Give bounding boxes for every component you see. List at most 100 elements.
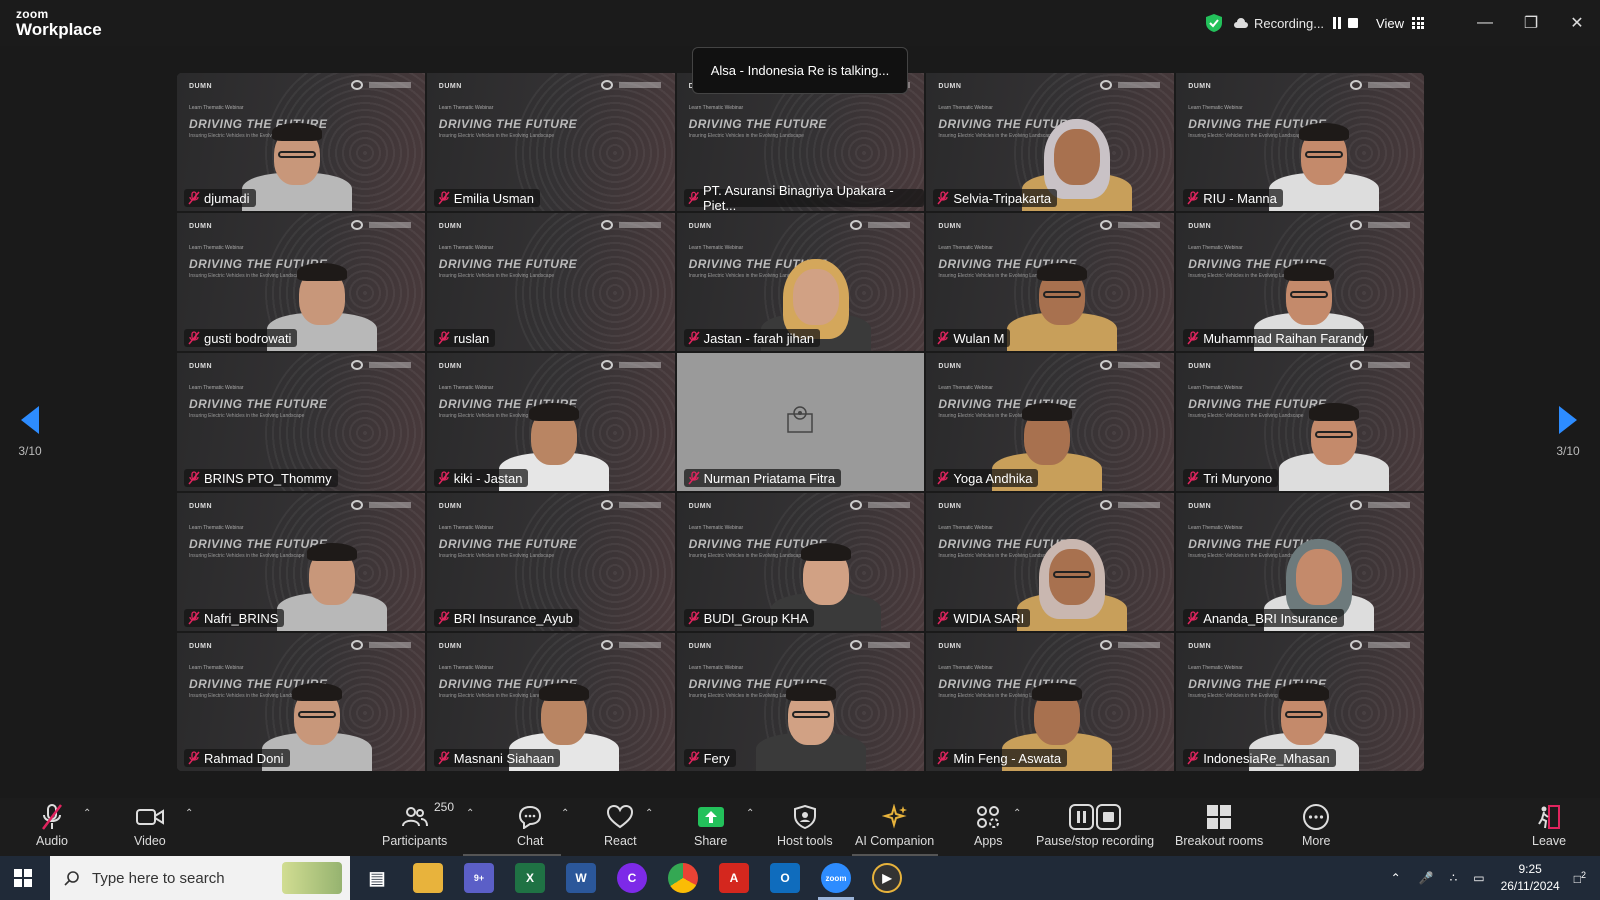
pause-recording-icon[interactable] [1332,17,1342,29]
more-button[interactable]: More [1302,802,1330,854]
participant-tile[interactable]: DUMNLearn Thematic WebinarDRIVING THE FU… [425,492,676,632]
file-explorer-icon[interactable] [413,863,443,893]
participant-name: IndonesiaRe_Mhasan [1203,750,1330,766]
participant-tile[interactable]: DUMNLearn Thematic WebinarDRIVING THE FU… [1175,212,1425,352]
show-hidden-icons-icon[interactable]: ⌃ [1391,871,1401,885]
participant-name: Selvia-Tripakarta [953,190,1052,206]
participant-tile[interactable]: DUMNLearn Thematic WebinarDRIVING THE FU… [176,212,426,352]
slide-partner-logo [600,360,661,370]
canva-icon[interactable]: C [617,863,647,893]
participant-tile[interactable]: DUMNLearn Thematic WebinarDRIVING THE FU… [1175,492,1425,632]
audio-button[interactable]: Audio [36,802,68,854]
excel-icon[interactable]: X [515,863,545,893]
participant-tile[interactable]: DUMNLearn Thematic WebinarDRIVING THE FU… [925,212,1176,352]
participant-grid: DUMN Learn Thematic Webinar DRIVING THE FU… [176,72,1425,772]
apps-button[interactable]: Apps [974,802,1003,854]
muted-mic-icon [937,331,949,345]
media-player-icon[interactable]: ▶ [872,863,902,893]
participant-tile[interactable]: DUMNLearn Thematic WebinarDRIVING THE FU… [925,492,1176,632]
slide-partner-logo [1349,80,1410,90]
participant-tile[interactable]: DUMNLearn Thematic WebinarDRIVING THE FU… [675,492,926,632]
microphone-tray-icon[interactable]: 🎤 [1419,871,1434,885]
slide-logo: DUMN [189,643,212,650]
participant-name-label: Emilia Usman [433,189,540,207]
recording-indicator[interactable]: Recording... [1233,15,1359,31]
acrobat-icon[interactable]: A [719,863,749,893]
participant-tile[interactable]: DUMNLearn Thematic WebinarDRIVING THE FU… [675,632,926,772]
muted-mic-icon [188,611,200,625]
video-options-caret[interactable]: ⌃ [185,808,193,819]
muted-mic-icon [188,471,200,485]
task-view-icon[interactable]: ▤ [362,863,392,893]
video-button[interactable]: Video [134,802,166,854]
muted-mic-icon [937,751,949,765]
participant-tile[interactable]: DUMNLearn Thematic WebinarDRIVING THE FU… [1175,72,1425,212]
participant-tile[interactable]: DUMNLearn Thematic WebinarDRIVING THE FU… [425,212,676,352]
participant-tile[interactable]: DUMNLearn Thematic WebinarDRIVING THE FU… [925,72,1176,212]
taskbar-clock[interactable]: 9:25 26/11/2024 [1501,861,1560,895]
leave-button[interactable]: Leave [1532,802,1566,854]
slide-webinar-label: Learn Thematic Webinar [688,665,744,671]
slide-webinar-label: Learn Thematic Webinar [438,385,494,391]
slide-partner-logo [350,640,411,650]
react-options-caret[interactable]: ⌃ [645,808,653,819]
participant-name-label: Nafri_BRINS [184,609,285,627]
participants-options-caret[interactable]: ⌃ [466,808,474,819]
participant-tile[interactable]: DUMNLearn Thematic WebinarDRIVING THE FU… [425,632,676,772]
minimize-icon[interactable]: — [1462,0,1508,46]
outlook-icon[interactable]: O [770,863,800,893]
participant-tile[interactable]: Nurman Priatama Fitra [675,352,926,492]
notification-icon[interactable]: □2 [1574,870,1586,886]
zoom-taskbar-icon[interactable]: zoom [821,863,851,893]
participant-tile[interactable]: DUMNLearn Thematic WebinarDRIVING THE FU… [1175,352,1425,492]
windows-start-icon[interactable] [14,869,32,887]
share-button[interactable]: Share [694,802,727,854]
participant-tile[interactable]: DUMNLearn Thematic WebinarDRIVING THE FU… [176,72,426,212]
network-icon[interactable]: ∴ [1450,871,1458,885]
participant-tile[interactable]: DUMNLearn Thematic WebinarDRIVING THE FU… [1175,632,1425,772]
word-icon[interactable]: W [566,863,596,893]
participant-tile[interactable]: DUMNLearn Thematic WebinarDRIVING THE FU… [176,632,426,772]
previous-page-button[interactable]: 3/10 [10,406,50,458]
next-page-button[interactable]: 3/10 [1548,406,1588,458]
view-button[interactable]: View [1376,16,1424,31]
slide-partner-logo [1100,220,1161,230]
apps-options-caret[interactable]: ⌃ [1013,808,1021,819]
slide-partner-logo [1100,500,1161,510]
slide-webinar-label: Learn Thematic Webinar [438,105,494,111]
chat-button[interactable]: Chat [517,802,543,854]
recording-label: Recording... [1253,15,1325,31]
participant-name: Nafri_BRINS [204,610,279,626]
breakout-rooms-button[interactable]: Breakout rooms [1175,802,1263,854]
close-icon[interactable]: ✕ [1554,0,1600,46]
participant-tile[interactable]: DUMNLearn Thematic WebinarDRIVING THE FU… [425,72,676,212]
muted-mic-icon [687,191,699,205]
chrome-icon[interactable] [668,863,698,893]
security-shield-icon[interactable] [1205,14,1222,32]
muted-mic-icon [1187,751,1199,765]
chat-options-caret[interactable]: ⌃ [561,808,569,819]
participant-tile[interactable]: DUMNLearn Thematic WebinarDRIVING THE FU… [925,352,1176,492]
slide-headline: DRIVING THE FUTURE [438,537,578,551]
react-button[interactable]: React [604,802,637,854]
host-tools-button[interactable]: Host tools [777,802,833,854]
taskbar-search-box[interactable]: Type here to search [50,856,350,900]
participant-tile[interactable]: DUMNLearn Thematic WebinarDRIVING THE FU… [176,492,426,632]
participant-tile[interactable]: DUMNLearn Thematic WebinarDRIVING THE FU… [176,352,426,492]
participant-tile[interactable]: DUMNLearn Thematic WebinarDRIVING THE FU… [925,632,1176,772]
teams-icon[interactable]: 9+ [464,863,494,893]
restore-icon[interactable]: ❐ [1508,0,1554,46]
ai-companion-button[interactable]: AI Companion [855,802,934,854]
participant-tile[interactable]: DUMNLearn Thematic WebinarDRIVING THE FU… [675,212,926,352]
stop-recording-icon[interactable] [1348,18,1359,28]
slide-logo: DUMN [189,83,212,90]
participant-tile[interactable]: DUMNLearn Thematic WebinarDRIVING THE FU… [425,352,676,492]
battery-icon[interactable]: ▭ [1473,871,1484,885]
slide-webinar-label: Learn Thematic Webinar [438,525,494,531]
pause-stop-recording-button[interactable]: Pause/stop recording [1036,802,1154,854]
audio-options-caret[interactable]: ⌃ [83,808,91,819]
share-options-caret[interactable]: ⌃ [746,808,754,819]
slide-webinar-label: Learn Thematic Webinar [1188,525,1243,531]
participant-name: Tri Muryono [1203,470,1273,486]
slide-partner-logo [850,500,911,510]
